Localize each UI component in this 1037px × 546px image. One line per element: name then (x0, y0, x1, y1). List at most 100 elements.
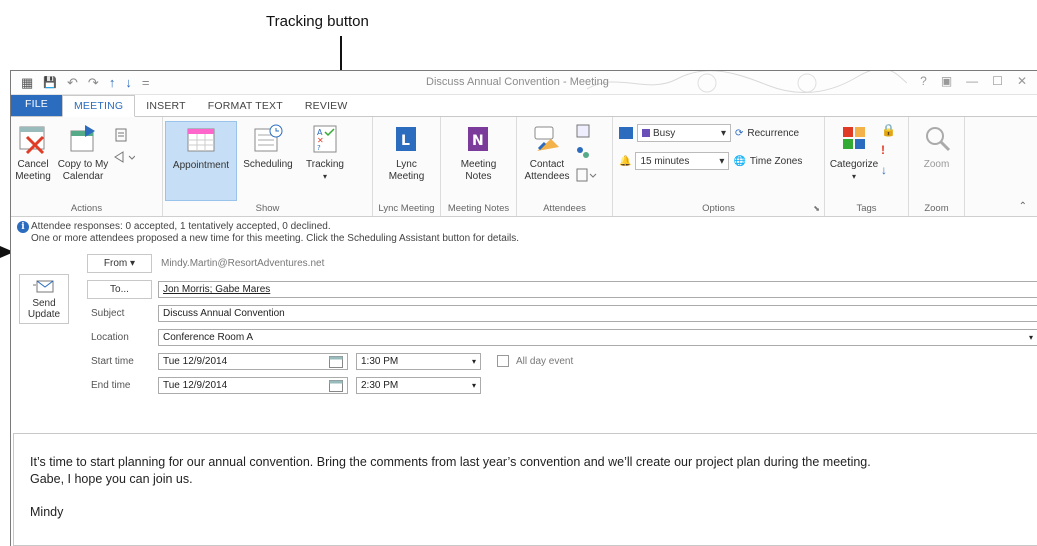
undo-icon[interactable]: ↶ (67, 75, 78, 90)
actions-group-label: Actions (70, 203, 103, 214)
svg-text:?: ? (317, 144, 321, 152)
tracking-dropdown-icon: ▾ (322, 172, 327, 181)
save-icon[interactable]: 💾 (43, 76, 57, 90)
to-button[interactable]: To... (87, 280, 152, 299)
delete-item-icon[interactable] (113, 127, 129, 143)
location-dropdown-icon[interactable]: ▾ (1029, 333, 1037, 342)
to-value: Jon Morris; Gabe Mares (163, 284, 271, 295)
start-time-field[interactable]: 1:30 PM ▾ (356, 353, 481, 370)
contact-attendees-button[interactable]: Contact Attendees (519, 121, 575, 185)
categorize-icon (843, 127, 865, 149)
ribbon-display-button[interactable]: ▣ (941, 74, 952, 88)
message-body[interactable]: It’s time to start planning for our annu… (13, 433, 1037, 546)
redo-icon[interactable]: ↷ (88, 75, 99, 90)
body-signature: Mindy (30, 505, 64, 519)
zoom-label: Zoom (923, 159, 950, 170)
subject-field[interactable]: Discuss Annual Convention (158, 305, 1037, 322)
meeting-notes-label: Meeting Notes (460, 159, 497, 182)
actions-small-buttons (113, 121, 135, 165)
scheduling-icon (254, 124, 283, 152)
body-paragraph-1: It’s time to start planning for our annu… (30, 455, 871, 469)
customize-qat-icon[interactable]: = (142, 75, 150, 90)
group-actions: Cancel Meeting Copy to My Calendar Actio… (11, 117, 163, 216)
group-lync-meeting: L Lync Meeting Lync Meeting (373, 117, 441, 216)
busy-color-icon (642, 129, 650, 137)
window-controls: ? ▣ — ☐ ✕ (920, 74, 1027, 88)
subject-label: Subject (91, 308, 125, 319)
zoom-button[interactable]: Zoom (918, 121, 956, 173)
categorize-button[interactable]: Categorize ▾ (827, 121, 881, 185)
all-day-checkbox[interactable] (497, 355, 509, 367)
copy-to-calendar-button[interactable]: Copy to My Calendar (53, 121, 113, 185)
decorative-swirl (587, 71, 907, 94)
lync-meeting-label: Lync Meeting (388, 159, 425, 182)
time-zones-button[interactable]: Time Zones (750, 156, 802, 167)
options-dialog-launcher-icon[interactable]: ⬊ (813, 204, 820, 213)
show-as-dropdown[interactable]: Busy ▾ (637, 124, 731, 142)
cancel-meeting-button[interactable]: Cancel Meeting (13, 121, 53, 185)
show-group-label: Show (255, 203, 280, 214)
quick-access-toolbar: ▦ 💾 ↶ ↷ ↑ ↓ = (11, 75, 150, 90)
collapse-ribbon-icon[interactable]: ⌃ (1019, 201, 1027, 212)
start-time-value: 1:30 PM (361, 356, 399, 367)
scheduling-button[interactable]: Scheduling (237, 121, 299, 173)
location-field[interactable]: Conference Room A ▾ (158, 329, 1037, 346)
attendees-small-buttons (575, 121, 597, 183)
tab-file[interactable]: FILE (11, 94, 62, 116)
maximize-button[interactable]: ☐ (992, 74, 1003, 88)
categorize-label: Categorize (829, 159, 879, 170)
meeting-notes-button[interactable]: N Meeting Notes (458, 121, 500, 185)
group-tags: Categorize ▾ 🔒 ! ↓ Tags (825, 117, 909, 216)
private-lock-icon[interactable]: 🔒 (881, 123, 896, 137)
tab-review[interactable]: REVIEW (294, 96, 359, 116)
tab-meeting[interactable]: MEETING (61, 95, 136, 117)
start-calendar-icon[interactable] (329, 355, 343, 368)
from-button[interactable]: From ▾ (87, 254, 152, 273)
response-options-icon[interactable] (575, 167, 597, 183)
close-button[interactable]: ✕ (1017, 74, 1027, 88)
tab-insert[interactable]: INSERT (135, 96, 197, 116)
callout-label: Tracking button (266, 13, 369, 30)
scheduling-label: Scheduling (243, 159, 293, 170)
previous-item-icon[interactable]: ↑ (109, 75, 116, 90)
app-icon[interactable]: ▦ (21, 75, 33, 90)
reminder-row: 🔔 15 minutes ▾ 🌐 Time Zones (619, 151, 802, 171)
from-value: Mindy.Martin@ResortAdventures.net (161, 258, 325, 269)
zoom-icon (925, 127, 950, 152)
start-time-dropdown-icon: ▾ (471, 357, 476, 366)
recurrence-button[interactable]: Recurrence (747, 128, 799, 139)
show-as-row: Busy ▾ ⟳ Recurrence (619, 123, 799, 143)
reminder-bell-icon: 🔔 (619, 155, 632, 167)
appointment-icon (187, 128, 215, 152)
tracking-icon: A✕? (313, 125, 337, 153)
end-date-field[interactable]: Tue 12/9/2014 (158, 377, 348, 394)
recurrence-icon: ⟳ (735, 127, 744, 139)
address-book-icon[interactable] (575, 123, 591, 139)
start-date-field[interactable]: Tue 12/9/2014 (158, 353, 348, 370)
tab-format-text[interactable]: FORMAT TEXT (197, 96, 294, 116)
minimize-button[interactable]: — (966, 74, 978, 88)
next-item-icon[interactable]: ↓ (125, 75, 132, 90)
end-calendar-icon[interactable] (329, 379, 343, 392)
send-envelope-icon (33, 280, 54, 293)
end-date-value: Tue 12/9/2014 (163, 380, 228, 391)
high-importance-icon[interactable]: ! (881, 143, 896, 157)
lync-icon: L (396, 127, 417, 151)
low-importance-icon[interactable]: ↓ (881, 163, 896, 177)
forward-icon[interactable] (113, 149, 135, 165)
categorize-dropdown-icon: ▾ (851, 172, 856, 181)
lync-meeting-button[interactable]: L Lync Meeting (386, 121, 428, 185)
help-button[interactable]: ? (920, 74, 927, 88)
send-update-button[interactable]: Send Update (19, 274, 69, 324)
end-time-field[interactable]: 2:30 PM ▾ (356, 377, 481, 394)
ribbon-tabs: FILE MEETING INSERT FORMAT TEXT REVIEW (11, 94, 1037, 117)
tracking-button[interactable]: A ✕? Tracking ▾ (299, 121, 351, 185)
appointment-button[interactable]: Appointment (165, 121, 237, 201)
location-label: Location (91, 332, 129, 343)
to-field[interactable]: Jon Morris; Gabe Mares (158, 281, 1037, 298)
all-day-label: All day event (516, 356, 574, 367)
reminder-dropdown[interactable]: 15 minutes ▾ (635, 152, 730, 170)
body-paragraph-2: Gabe, I hope you can join us. (30, 472, 193, 486)
group-show: Appointment Scheduling A ✕? Tracking ▾ Sh… (163, 117, 373, 216)
check-names-icon[interactable] (575, 145, 591, 161)
